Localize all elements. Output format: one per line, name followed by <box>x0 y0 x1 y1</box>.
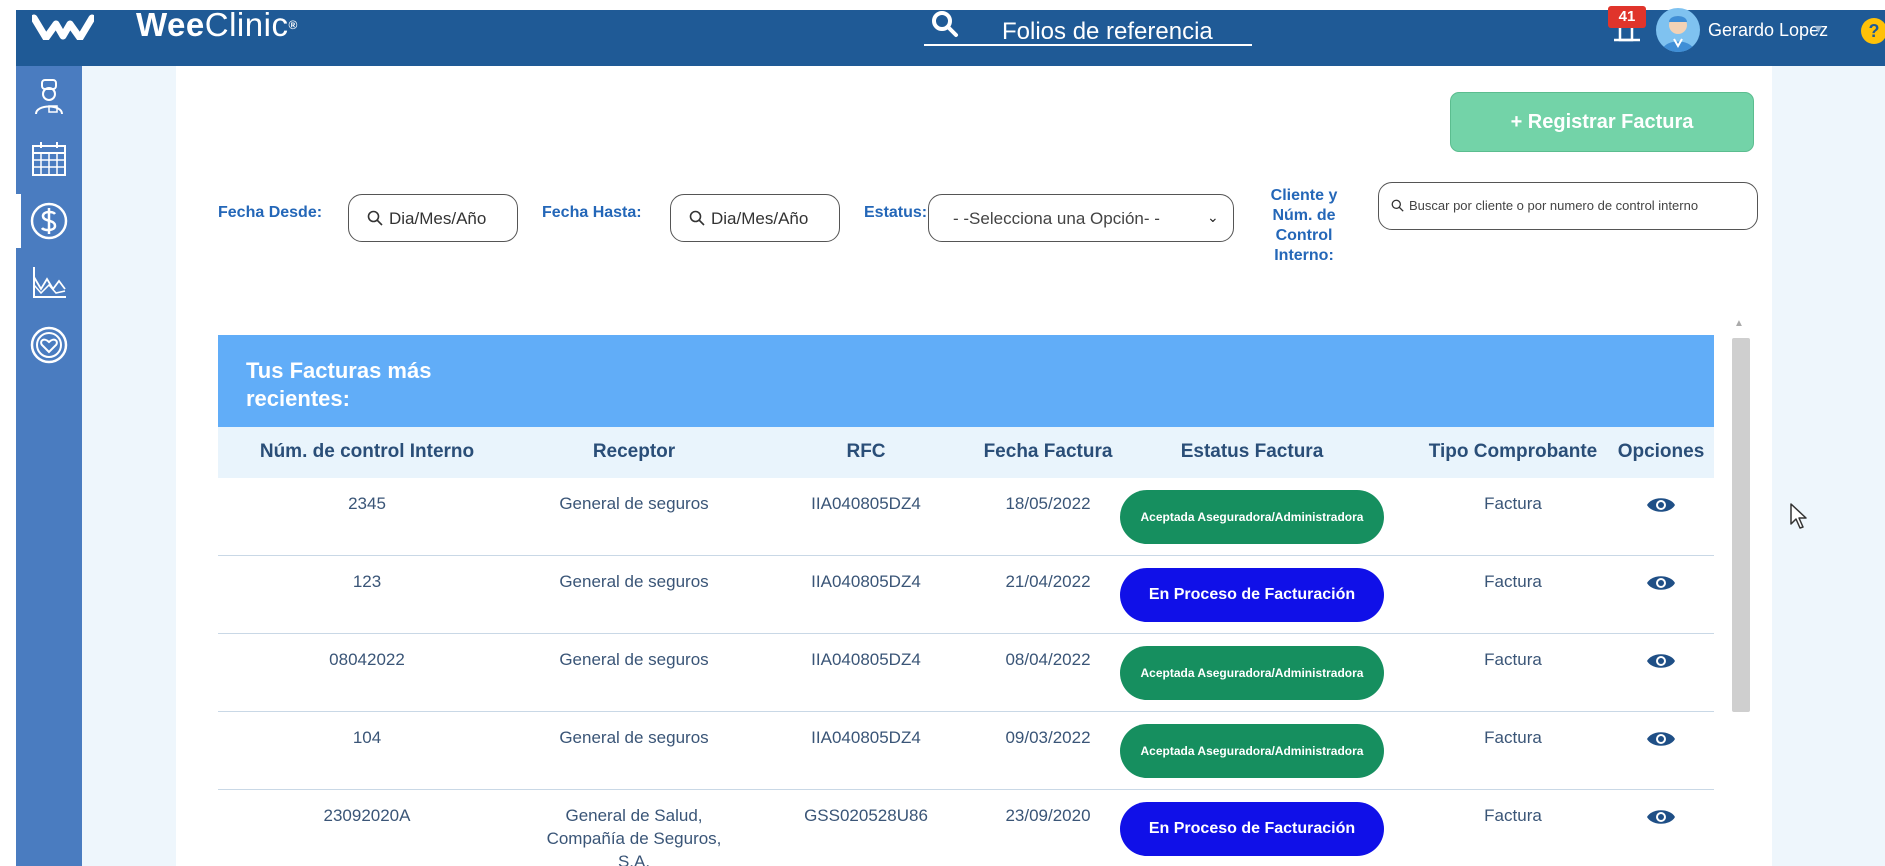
eye-icon[interactable] <box>1646 572 1676 594</box>
eye-icon[interactable] <box>1646 806 1676 828</box>
cell-control: 08042022 <box>329 650 405 669</box>
date-to-input[interactable]: Dia/Mes/Año <box>670 194 840 242</box>
cell-control: 104 <box>352 728 382 747</box>
dollar-icon <box>30 202 68 240</box>
table-row[interactable]: 123 General de seguros IIA040805DZ4 21/0… <box>218 556 1714 634</box>
column-header-date: Fecha Factura <box>983 441 1113 462</box>
heart-icon <box>30 326 68 364</box>
sidebar <box>16 66 82 866</box>
reference-search[interactable]: Folios de referencia <box>924 8 1252 46</box>
scroll-up-icon[interactable]: ▲ <box>1734 318 1744 329</box>
mouse-cursor-icon <box>1790 503 1807 529</box>
cell-type: Factura <box>1484 728 1542 747</box>
brand-logo-bold: Wee <box>136 6 205 43</box>
column-header-status: Estatus Factura <box>1180 441 1324 462</box>
notification-badge: 41 <box>1608 6 1646 28</box>
cell-control: 123 <box>352 572 382 591</box>
brand-logo[interactable]: WeeClinic® <box>136 8 298 42</box>
column-header-rfc: RFC <box>846 441 886 462</box>
cell-receptor: General de seguros <box>559 572 709 591</box>
table-row[interactable]: 08042022 General de seguros IIA040805DZ4… <box>218 634 1714 712</box>
help-icon[interactable]: ? <box>1861 18 1885 44</box>
cell-type: Factura <box>1484 650 1542 669</box>
table-title: Tus Facturas más recientes: <box>246 358 432 411</box>
cell-rfc: IIA040805DZ4 <box>811 572 921 591</box>
brand-logo-registered: ® <box>288 18 298 32</box>
search-icon <box>367 210 383 226</box>
status-badge: Aceptada Aseguradora/Administradora <box>1120 490 1384 544</box>
status-badge: En Proceso de Facturación <box>1120 802 1384 856</box>
search-icon <box>1391 199 1404 212</box>
window-edge <box>0 0 16 866</box>
client-search-placeholder: Buscar por cliente o por numero de contr… <box>1409 198 1699 213</box>
page-gutter-right <box>1772 66 1885 866</box>
status-label: Estatus: <box>864 204 928 221</box>
chevron-down-icon[interactable]: ▾ <box>1815 20 1822 37</box>
page-gutter-left <box>82 66 176 866</box>
table-row[interactable]: 23092020A General de Salud, Compañía de … <box>218 790 1714 866</box>
invoices-table: Tus Facturas más recientes: Núm. de cont… <box>218 335 1714 866</box>
column-header-control: Núm. de control Interno <box>259 441 475 462</box>
status-badge: Aceptada Aseguradora/Administradora <box>1120 724 1384 778</box>
client-label-line-2: Núm. de <box>1272 207 1336 224</box>
cell-rfc: IIA040805DZ4 <box>811 728 921 747</box>
date-from-input[interactable]: Dia/Mes/Año <box>348 194 518 242</box>
cell-receptor: General de Salud, Compañía de Seguros, S… <box>546 806 722 866</box>
brand-logo-thin: Clinic <box>204 6 289 43</box>
status-badge: En Proceso de Facturación <box>1120 568 1384 622</box>
eye-icon[interactable] <box>1646 728 1676 750</box>
cell-type: Factura <box>1484 572 1542 591</box>
eye-icon[interactable] <box>1646 650 1676 672</box>
status-select-value: - -Selecciona una Opción- - <box>953 209 1160 228</box>
chart-icon <box>33 267 66 298</box>
search-icon <box>932 11 958 37</box>
client-control-label: Cliente y Núm. de Control Interno: <box>1254 186 1354 266</box>
date-from-label: Fecha Desde: <box>218 204 323 221</box>
client-search-input[interactable]: Buscar por cliente o por numero de contr… <box>1378 182 1758 230</box>
cell-rfc: GSS020528U86 <box>804 806 928 825</box>
column-header-receptor: Receptor <box>592 441 676 462</box>
cell-type: Factura <box>1484 494 1542 513</box>
sidebar-item-health[interactable] <box>16 314 82 376</box>
client-label-line-4: Interno: <box>1274 247 1334 264</box>
scrollbar-thumb[interactable] <box>1732 338 1750 712</box>
table-header-row: Núm. de control Interno Receptor RFC Fec… <box>218 427 1714 478</box>
cell-rfc: IIA040805DZ4 <box>811 650 921 669</box>
search-icon <box>689 210 705 226</box>
top-bar: WeeClinic® Folios de referencia 41 Gerar… <box>16 0 1885 66</box>
doctor-icon <box>35 79 63 115</box>
date-to-label: Fecha Hasta: <box>542 204 642 221</box>
eye-icon[interactable] <box>1646 494 1676 516</box>
cell-control: 23092020A <box>323 806 411 825</box>
cell-receptor: General de seguros <box>559 728 709 747</box>
table-row[interactable]: 2345 General de seguros IIA040805DZ4 18/… <box>218 478 1714 556</box>
sidebar-item-calendar[interactable] <box>16 128 82 190</box>
reference-search-label: Folios de referencia <box>1002 18 1213 45</box>
table-row[interactable]: 104 General de seguros IIA040805DZ4 09/0… <box>218 712 1714 790</box>
column-header-options: Opciones <box>1617 441 1705 462</box>
chevron-down-icon: ⌄ <box>1207 209 1219 225</box>
column-header-type: Tipo Comprobante <box>1428 441 1598 462</box>
cell-rfc: IIA040805DZ4 <box>811 494 921 513</box>
cell-type: Factura <box>1484 806 1542 825</box>
sidebar-item-billing[interactable] <box>16 190 82 252</box>
date-to-placeholder: Dia/Mes/Año <box>711 209 809 228</box>
register-invoice-button[interactable]: + Registrar Factura <box>1450 92 1754 152</box>
brand-mark-icon <box>32 14 94 40</box>
sidebar-item-doctors[interactable] <box>16 66 82 128</box>
cell-control: 2345 <box>348 494 386 513</box>
calendar-icon <box>32 142 66 176</box>
client-label-line-3: Control <box>1275 227 1333 244</box>
cell-receptor: General de seguros <box>559 650 709 669</box>
cell-receptor: General de seguros <box>559 494 709 513</box>
date-from-placeholder: Dia/Mes/Año <box>389 209 487 228</box>
doctor-avatar-icon <box>1662 16 1694 52</box>
user-name[interactable]: Gerardo Lopez <box>1708 20 1828 41</box>
status-badge: Aceptada Aseguradora/Administradora <box>1120 646 1384 700</box>
table-title-bar: Tus Facturas más recientes: <box>218 335 1714 427</box>
client-label-line-1: Cliente y <box>1270 187 1338 204</box>
status-select[interactable]: - -Selecciona una Opción- - ⌄ <box>928 194 1234 242</box>
sidebar-item-analytics[interactable] <box>16 252 82 314</box>
avatar[interactable] <box>1656 8 1700 52</box>
